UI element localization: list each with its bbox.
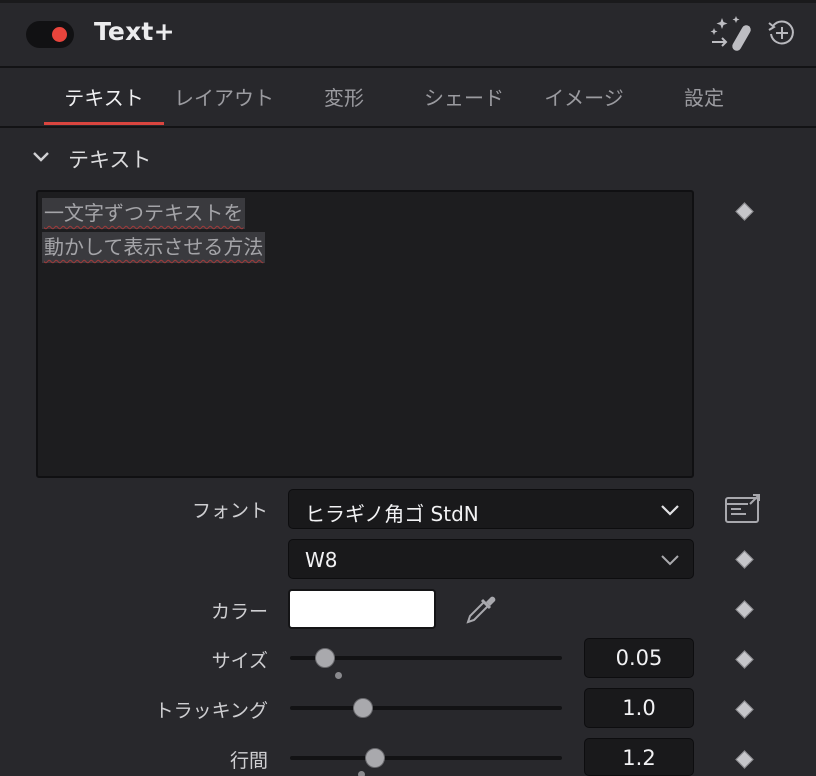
- section-title: テキスト: [68, 148, 152, 172]
- tool-title: Text+: [94, 17, 175, 46]
- top-edge: [0, 0, 816, 3]
- keyframe-diamond-size[interactable]: [735, 650, 754, 669]
- chevron-down-icon: [661, 555, 679, 566]
- tab-layout[interactable]: レイアウト: [164, 82, 284, 111]
- tab-image[interactable]: イメージ: [524, 82, 644, 111]
- reset-icon[interactable]: [766, 17, 798, 49]
- line-spacing-value-field[interactable]: 1.2: [584, 738, 694, 776]
- tab-settings[interactable]: 設定: [644, 82, 764, 111]
- keyframe-diamond-tracking[interactable]: [735, 700, 754, 719]
- tracking-label: トラッキング: [154, 700, 268, 722]
- keyframe-diamond-line-spacing[interactable]: [735, 750, 754, 769]
- line-spacing-slider-track[interactable]: [290, 756, 562, 760]
- active-tab-indicator: [44, 122, 164, 125]
- toggle-dot: [52, 27, 67, 42]
- keyframe-diamond-text[interactable]: [735, 202, 754, 221]
- keyframe-diamond-color[interactable]: [735, 600, 754, 619]
- font-style-select[interactable]: W8: [288, 539, 694, 579]
- tab-shading[interactable]: シェード: [404, 82, 524, 111]
- text-line-1: 一文字ずつテキストを: [42, 198, 246, 229]
- eyedropper-icon[interactable]: [464, 592, 498, 626]
- chevron-down-icon: [661, 505, 679, 516]
- size-value-field[interactable]: 0.05: [584, 638, 694, 678]
- color-swatch[interactable]: [288, 589, 436, 629]
- chevron-down-icon: [33, 152, 49, 162]
- line-spacing-default-marker: [358, 771, 365, 776]
- font-family-value: ヒラギノ角ゴ StdN: [305, 502, 479, 526]
- tracking-slider-knob[interactable]: [353, 698, 373, 718]
- keyframe-diamond-font-style[interactable]: [735, 550, 754, 569]
- tabs-divider: [0, 126, 816, 128]
- font-browser-icon[interactable]: [724, 494, 762, 524]
- font-style-value: W8: [305, 548, 338, 572]
- color-label: カラー: [210, 601, 268, 623]
- inspector-header: Text+: [0, 0, 816, 68]
- size-label: サイズ: [211, 650, 268, 672]
- font-family-select[interactable]: ヒラギノ角ゴ StdN: [288, 489, 694, 529]
- size-default-marker: [335, 672, 342, 679]
- tab-text[interactable]: テキスト: [44, 82, 164, 111]
- tab-transform[interactable]: 変形: [284, 82, 404, 111]
- size-slider-knob[interactable]: [315, 648, 335, 668]
- text-line-2: 動かして表示させる方法: [42, 232, 266, 263]
- font-label: フォント: [191, 500, 268, 522]
- tool-enable-toggle[interactable]: [26, 21, 74, 48]
- text-plus-inspector: Text+ テキスト レイアウト 変形 シェード イメージ 設定 テキスト 一文…: [0, 0, 816, 776]
- line-spacing-slider-knob[interactable]: [365, 748, 385, 768]
- tracking-slider-track[interactable]: [290, 706, 562, 710]
- magic-wand-icon[interactable]: [708, 14, 754, 54]
- tab-bar: テキスト レイアウト 変形 シェード イメージ 設定: [0, 70, 816, 126]
- tracking-value-field[interactable]: 1.0: [584, 688, 694, 728]
- styled-text-input[interactable]: 一文字ずつテキストを 動かして表示させる方法: [36, 190, 694, 478]
- line-spacing-label: 行間: [229, 750, 268, 772]
- header-divider: [0, 66, 816, 68]
